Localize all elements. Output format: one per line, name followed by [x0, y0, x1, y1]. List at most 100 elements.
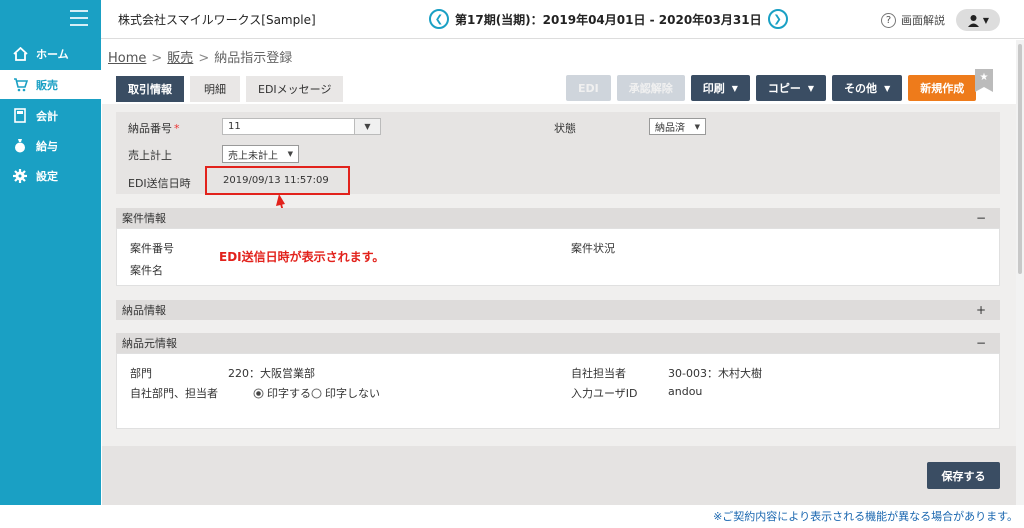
sidebar-item-payroll[interactable]: 給与	[0, 131, 101, 160]
chevron-down-icon: ▼	[694, 122, 700, 131]
breadcrumb-separator: >	[198, 51, 210, 66]
header: 株式会社スマイルワークス[Sample] ❮ 第17期(当期)：2019年04月…	[101, 0, 1024, 39]
staff-label: 自社担当者	[571, 367, 626, 380]
print-button[interactable]: 印刷 ▼	[690, 75, 750, 101]
chevron-down-icon: ▼	[287, 150, 293, 158]
footer-note: ※ご契約内容により表示される機能が異なる場合があります。	[713, 510, 1018, 523]
breadcrumb: Home > 販売 > 納品指示登録	[108, 47, 292, 66]
sidebar: ホーム 販売 会計 給与 設定	[0, 0, 101, 505]
project-status-label: 案件状況	[571, 242, 615, 255]
edi-sent-label: EDI送信日時	[128, 177, 191, 190]
chevron-down-icon: ▼	[807, 83, 815, 93]
toolbar: EDI 承認解除 印刷 ▼ コピー ▼ その他 ▼ 新規作成	[566, 75, 982, 101]
delivery-section-title: 納品情報	[122, 304, 166, 317]
required-mark: *	[174, 122, 180, 135]
tab-transaction-info[interactable]: 取引情報	[116, 76, 184, 102]
edi-button-label: EDI	[578, 81, 599, 95]
status-select-value: 納品済	[655, 123, 685, 134]
tab-bar: 取引情報 明細 EDIメッセージ	[116, 76, 349, 102]
user-menu-button[interactable]: ▼	[956, 9, 1000, 31]
new-button[interactable]: 新規作成	[908, 75, 977, 101]
approve-cancel-label: 承認解除	[628, 82, 673, 95]
delivery-no-dropdown-button[interactable]: ▼	[354, 118, 381, 135]
sidebar-item-label: 販売	[36, 78, 58, 92]
help-label: 画面解説	[901, 14, 945, 27]
radio-checked-icon	[253, 388, 264, 398]
project-section-title: 案件情報	[122, 212, 166, 225]
copy-label: コピー	[767, 82, 801, 95]
calculator-icon	[12, 108, 28, 124]
other-button[interactable]: その他 ▼	[832, 75, 903, 101]
radio-unchecked-icon	[311, 388, 322, 398]
input-user-label: 入力ユーザID	[571, 387, 638, 400]
home-icon	[12, 46, 28, 62]
print-label: 自社部門、担当者	[130, 387, 218, 400]
prev-period-button[interactable]: ❮	[429, 9, 449, 29]
approve-cancel-button[interactable]: 承認解除	[616, 75, 685, 101]
help-link[interactable]: ? 画面解説	[881, 12, 945, 28]
dept-value: 220：大阪営業部	[228, 367, 315, 380]
source-section-title: 納品元情報	[122, 337, 177, 350]
edi-button[interactable]: EDI	[566, 75, 611, 101]
next-period-button[interactable]: ❯	[767, 9, 788, 29]
cart-icon	[12, 77, 28, 93]
delivery-no-input[interactable]: 11	[222, 118, 355, 135]
radio-print-no-label: 印字しない	[325, 387, 380, 400]
collapse-icon[interactable]: −	[976, 211, 986, 225]
other-label: その他	[844, 82, 878, 95]
sidebar-item-settings[interactable]: 設定	[0, 161, 101, 190]
highlight-box	[205, 166, 350, 195]
menu-icon[interactable]	[70, 10, 88, 26]
print-label: 印刷	[702, 82, 725, 95]
sidebar-item-label: 会計	[36, 109, 58, 123]
sales-select-value: 売上未計上	[228, 150, 278, 162]
sidebar-item-label: ホーム	[36, 47, 69, 61]
collapse-icon[interactable]: −	[976, 336, 986, 350]
chevron-down-icon: ▼	[982, 15, 990, 25]
user-icon	[967, 14, 979, 27]
input-user-value: andou	[668, 385, 703, 398]
sidebar-item-label: 給与	[36, 139, 58, 153]
radio-print-yes-label: 印字する	[267, 387, 311, 400]
radio-print-yes[interactable]: 印字する	[253, 385, 311, 401]
breadcrumb-current: 納品指示登録	[214, 51, 293, 66]
sidebar-item-label: 設定	[36, 169, 58, 183]
app: ホーム 販売 会計 給与 設定 株式会社スマイルワークス[Sample] ❮ 第…	[0, 0, 1024, 528]
save-button[interactable]: 保存する	[927, 462, 1000, 489]
action-bar	[102, 446, 1016, 505]
breadcrumb-sales[interactable]: 販売	[167, 51, 193, 66]
copy-button[interactable]: コピー ▼	[755, 75, 827, 101]
project-section-header[interactable]: 案件情報 −	[116, 208, 1000, 228]
source-section-header[interactable]: 納品元情報 −	[116, 333, 1000, 353]
new-label: 新規作成	[920, 82, 965, 95]
annotation-text: EDI送信日時が表示されます。	[219, 250, 385, 264]
sidebar-item-accounting[interactable]: 会計	[0, 101, 101, 130]
gear-icon	[12, 168, 28, 184]
company-name: 株式会社スマイルワークス[Sample]	[118, 13, 316, 27]
sales-select[interactable]: 売上未計上 ▼	[222, 145, 299, 163]
status-select[interactable]: 納品済 ▼	[649, 118, 706, 135]
project-no-label: 案件番号	[130, 242, 174, 255]
breadcrumb-home[interactable]: Home	[108, 51, 146, 66]
radio-print-no[interactable]: 印字しない	[311, 385, 380, 401]
bookmark-star-icon[interactable]: ★	[975, 69, 993, 92]
period-label: 第17期(当期)：2019年04月01日 - 2020年03月31日	[455, 12, 762, 27]
delivery-no-label-text: 納品番号	[128, 122, 172, 135]
dept-label: 部門	[130, 367, 152, 380]
expand-icon[interactable]: +	[976, 303, 986, 317]
sidebar-item-home[interactable]: ホーム	[0, 39, 101, 68]
chevron-down-icon: ▼	[884, 83, 891, 93]
tab-details[interactable]: 明細	[190, 76, 240, 102]
delivery-section-header[interactable]: 納品情報 +	[116, 300, 1000, 320]
breadcrumb-separator: >	[151, 51, 163, 66]
status-label: 状態	[554, 122, 576, 135]
chevron-down-icon: ▼	[731, 83, 738, 93]
help-icon: ?	[881, 12, 896, 28]
tab-edi-message[interactable]: EDIメッセージ	[246, 76, 344, 102]
period-selector: ❮ 第17期(当期)：2019年04月01日 - 2020年03月31日 ❯	[429, 9, 788, 29]
sidebar-item-sales[interactable]: 販売	[0, 70, 101, 99]
scrollbar-thumb[interactable]	[1018, 44, 1022, 274]
delivery-no-label: 納品番号 *	[128, 120, 180, 136]
print-radio-group: 印字する 印字しない	[253, 385, 380, 401]
sales-label: 売上計上	[128, 149, 172, 162]
